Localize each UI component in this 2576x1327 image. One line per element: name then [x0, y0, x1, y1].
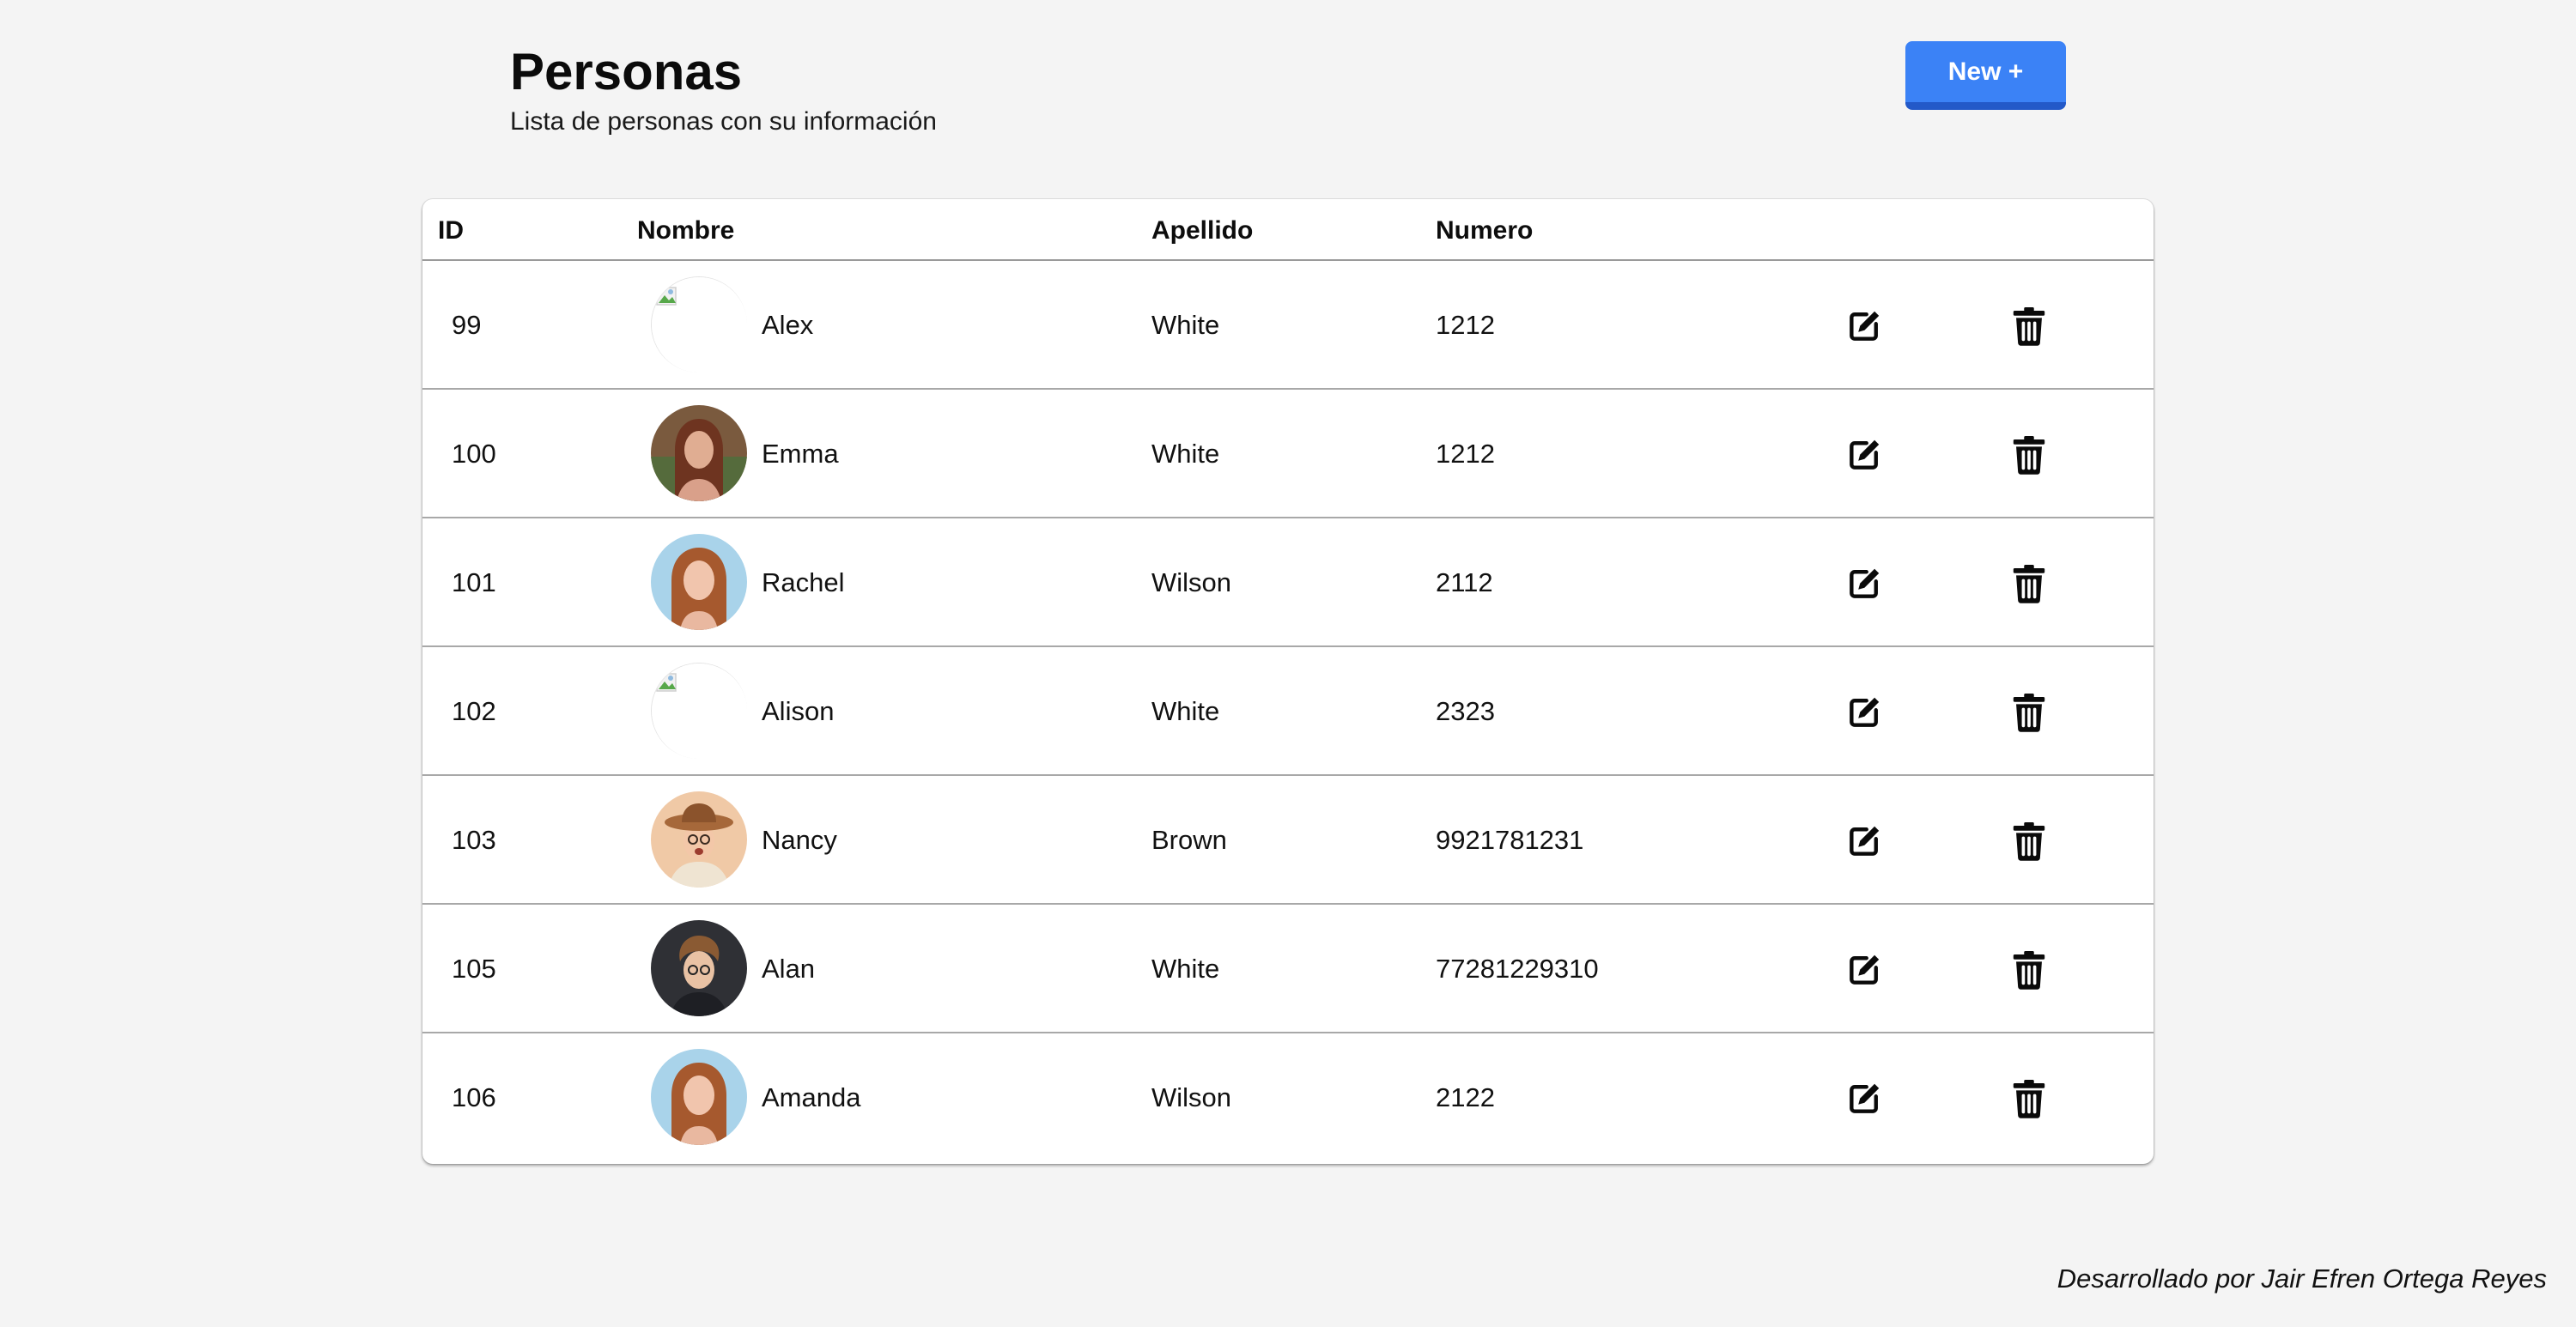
cell-apellido: White [1151, 696, 1220, 726]
page-title: Personas [510, 43, 743, 100]
cell-numero: 2323 [1436, 696, 1495, 726]
edit-icon[interactable] [1842, 1076, 1886, 1121]
cell-id: 102 [452, 696, 496, 726]
table-row: 105 Alan White 77281229310 [422, 905, 2154, 1033]
cell-apellido: Wilson [1151, 1082, 1232, 1112]
cell-id: 103 [452, 825, 496, 855]
trash-icon[interactable] [2007, 304, 2051, 348]
cell-apellido: Brown [1151, 825, 1227, 855]
cell-nombre: Emma [762, 439, 839, 469]
cell-id: 100 [452, 439, 496, 469]
cell-id: 105 [452, 954, 496, 984]
cell-id: 99 [452, 310, 482, 340]
column-header-id: ID [438, 216, 464, 245]
cell-id: 106 [452, 1082, 496, 1112]
cell-nombre: Alex [762, 310, 814, 340]
cell-nombre: Rachel [762, 567, 845, 597]
avatar [651, 534, 747, 630]
edit-icon[interactable] [1842, 690, 1886, 735]
cell-apellido: Wilson [1151, 567, 1232, 597]
edit-icon[interactable] [1842, 561, 1886, 606]
cell-numero: 1212 [1436, 310, 1495, 340]
trash-icon[interactable] [2007, 1076, 2051, 1121]
table-row: 106 Amanda Wilson 2122 [422, 1033, 2154, 1162]
footer-credit: Desarrollado por Jair Efren Ortega Reyes [2057, 1263, 2547, 1294]
cell-id: 101 [452, 567, 496, 597]
edit-icon[interactable] [1842, 948, 1886, 992]
cell-numero: 77281229310 [1436, 954, 1599, 984]
cell-numero: 2122 [1436, 1082, 1495, 1112]
table-row: 99 Alex White 1212 [422, 261, 2154, 390]
cell-apellido: White [1151, 439, 1220, 469]
avatar [651, 791, 747, 888]
page-subtitle: Lista de personas con su información [510, 107, 937, 136]
table-row: 102 Alison White 2323 [422, 647, 2154, 776]
cell-apellido: White [1151, 310, 1220, 340]
avatar [651, 405, 747, 501]
cell-numero: 2112 [1436, 567, 1493, 597]
personas-table: ID Nombre Apellido Numero 99 Alex White … [422, 199, 2154, 1164]
trash-icon[interactable] [2007, 433, 2051, 477]
avatar [651, 1049, 747, 1145]
column-header-nombre: Nombre [637, 216, 735, 245]
table-row: 101 Rachel Wilson 2112 [422, 518, 2154, 647]
avatar [651, 920, 747, 1016]
trash-icon[interactable] [2007, 561, 2051, 606]
cell-apellido: White [1151, 954, 1220, 984]
cell-nombre: Amanda [762, 1082, 861, 1112]
trash-icon[interactable] [2007, 948, 2051, 992]
trash-icon[interactable] [2007, 690, 2051, 735]
cell-nombre: Alan [762, 954, 816, 984]
table-row: 100 Emma White 1212 [422, 390, 2154, 518]
table-body: 99 Alex White 1212 100 Emma White 1212 1… [422, 261, 2154, 1162]
edit-icon[interactable] [1842, 304, 1886, 348]
edit-icon[interactable] [1842, 819, 1886, 863]
broken-image-icon [651, 276, 747, 373]
table-row: 103 Nancy Brown 9921781231 [422, 776, 2154, 905]
table-header-row: ID Nombre Apellido Numero [422, 199, 2154, 261]
column-header-numero: Numero [1436, 216, 1534, 245]
edit-icon[interactable] [1842, 433, 1886, 477]
trash-icon[interactable] [2007, 819, 2051, 863]
new-persona-button[interactable]: New + [1905, 41, 2066, 110]
cell-nombre: Alison [762, 696, 835, 726]
cell-numero: 1212 [1436, 439, 1495, 469]
broken-image-icon [651, 663, 747, 759]
cell-nombre: Nancy [762, 825, 837, 855]
cell-numero: 9921781231 [1436, 825, 1584, 855]
column-header-apellido: Apellido [1151, 216, 1254, 245]
